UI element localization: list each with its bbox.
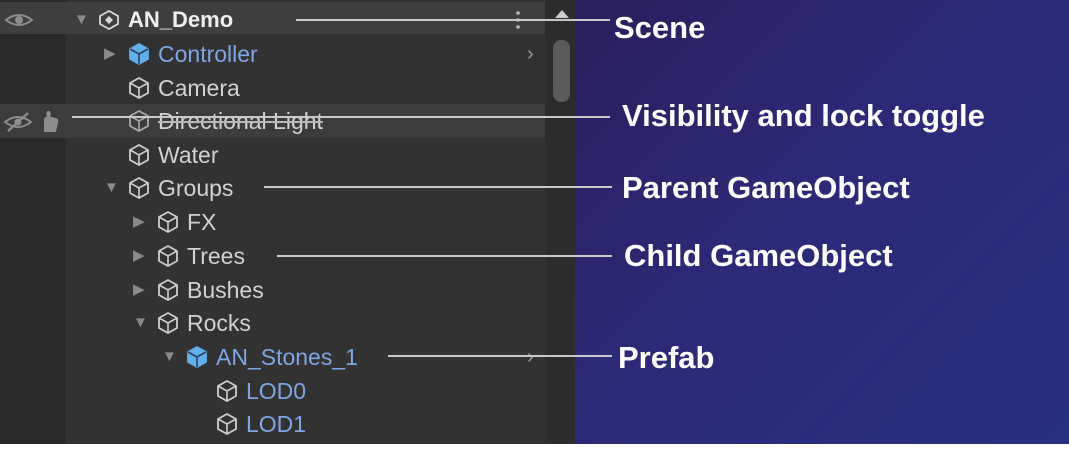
screenshot: ▼ AN_Demo ▶ Controller › Camera Directional Li…: [0, 0, 1069, 451]
callout-scene: Scene: [614, 10, 706, 45]
callout-child-gameobject: Child GameObject: [624, 238, 893, 273]
callout-visibility-lock: Visibility and lock toggle: [622, 98, 985, 133]
callout-leader-lines: [72, 19, 612, 357]
callout-prefab: Prefab: [618, 340, 715, 375]
callout-parent-gameobject: Parent GameObject: [622, 170, 910, 205]
